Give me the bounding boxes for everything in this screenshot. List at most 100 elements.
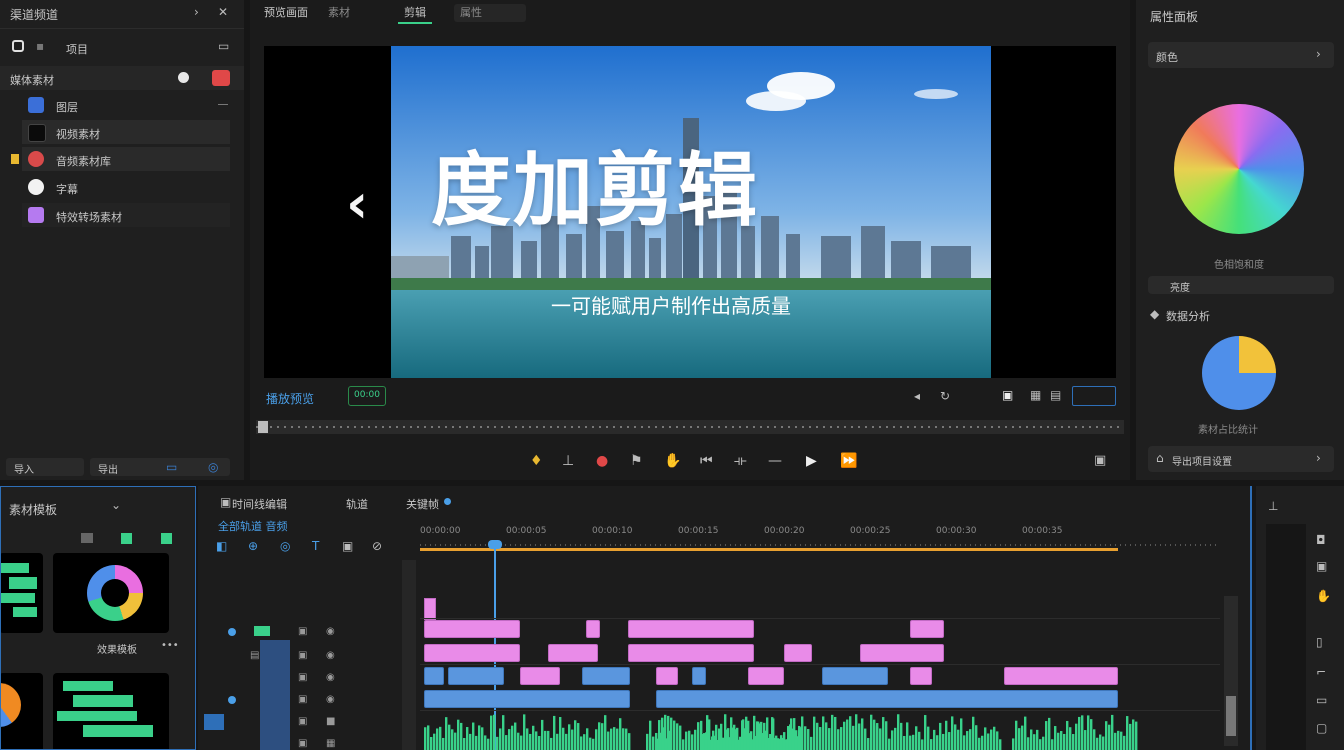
audio-waveform[interactable]: [424, 712, 1138, 750]
header-scrollbar[interactable]: [402, 560, 416, 750]
audio-clip[interactable]: [656, 690, 1118, 708]
loop-icon[interactable]: ↻: [940, 390, 950, 402]
solo-icon[interactable]: ▦: [326, 738, 335, 749]
tab-preview[interactable]: 预览画面: [258, 4, 314, 22]
flag-icon[interactable]: ⚑: [630, 454, 643, 468]
color-dropdown[interactable]: 颜色 ›: [1148, 42, 1334, 68]
delete-button[interactable]: [212, 70, 230, 86]
frame-icon[interactable]: ▢: [1316, 722, 1327, 734]
video-clip[interactable]: [586, 620, 600, 638]
tab-properties[interactable]: 属性: [454, 4, 526, 22]
video-clip[interactable]: [424, 620, 520, 638]
color-wheel[interactable]: [1174, 104, 1304, 234]
hand-icon[interactable]: ✋: [1316, 590, 1331, 602]
snapshot-icon[interactable]: ▣: [1002, 389, 1013, 401]
lock-icon[interactable]: ▣: [298, 716, 307, 727]
text-icon[interactable]: T: [312, 540, 319, 552]
chat-icon[interactable]: ◘: [1316, 534, 1326, 546]
tag-icon[interactable]: [161, 533, 172, 544]
chevron-right-icon[interactable]: ›: [194, 6, 199, 18]
scrub-bar[interactable]: [256, 420, 1124, 434]
playhead-handle[interactable]: [488, 540, 502, 549]
window-icon[interactable]: ▭: [218, 40, 229, 52]
disable-icon[interactable]: ⊘: [372, 540, 382, 552]
camera-icon[interactable]: ▣: [1316, 560, 1327, 572]
refresh-icon[interactable]: ◎: [208, 461, 218, 473]
volume-icon[interactable]: ◂: [914, 390, 920, 402]
hand-icon[interactable]: ✋: [664, 454, 681, 468]
media-clip[interactable]: [822, 667, 888, 685]
project-icon[interactable]: [12, 40, 24, 52]
video-clip[interactable]: [628, 644, 754, 662]
media-clip[interactable]: [1004, 667, 1118, 685]
media-item[interactable]: 视频素材: [22, 120, 230, 144]
more-icon[interactable]: •••: [161, 641, 179, 651]
visibility-dot-icon[interactable]: [228, 628, 236, 636]
video-clip[interactable]: [424, 644, 520, 662]
list-icon[interactable]: [81, 533, 93, 543]
tab-media[interactable]: 素材: [322, 4, 356, 22]
record-icon[interactable]: [178, 72, 189, 83]
tab-edit[interactable]: 剪辑: [398, 4, 432, 24]
eye-icon[interactable]: ◉: [326, 672, 335, 683]
link-icon[interactable]: ▭: [166, 461, 177, 473]
trim-icon[interactable]: ⟛: [734, 454, 747, 468]
media-clip[interactable]: [748, 667, 784, 685]
lock-icon[interactable]: ▣: [298, 694, 307, 705]
folder-icon[interactable]: ▪: [36, 40, 44, 52]
video-clip[interactable]: [628, 620, 754, 638]
layout-icon[interactable]: ▭: [1316, 694, 1327, 706]
media-item[interactable]: 字幕: [0, 175, 244, 199]
chevron-down-icon[interactable]: ⌄: [111, 499, 121, 511]
previous-icon[interactable]: ‹: [346, 172, 368, 235]
vertical-scrollbar[interactable]: [1224, 596, 1238, 746]
template-thumb[interactable]: [53, 673, 169, 749]
media-clip[interactable]: [520, 667, 560, 685]
lock-icon[interactable]: ▣: [298, 672, 307, 683]
audio-clip[interactable]: [424, 690, 630, 708]
template-thumb[interactable]: [1, 673, 43, 749]
grid-icon[interactable]: [121, 533, 132, 544]
grid-icon[interactable]: ▦: [1030, 389, 1041, 401]
time-ruler[interactable]: 00:00:00 00:00:05 00:00:10 00:00:15 00:00:20…: [420, 526, 1220, 542]
bracket-icon[interactable]: ▯: [1316, 636, 1323, 648]
image-icon[interactable]: ▣: [342, 540, 353, 552]
mute-icon[interactable]: ■: [326, 716, 335, 727]
work-area-bar[interactable]: [420, 548, 1118, 551]
scroll-thumb[interactable]: [1226, 696, 1236, 736]
scrub-handle[interactable]: [258, 421, 268, 433]
eye-icon[interactable]: ◉: [326, 694, 335, 705]
pin-icon[interactable]: ⊥: [1268, 500, 1278, 512]
split-icon[interactable]: ⊥: [562, 454, 574, 468]
video-viewer[interactable]: ‹ 度加剪辑 一可能赋用户制作出高质量: [264, 46, 1116, 378]
video-clip[interactable]: [910, 620, 944, 638]
tab-keyframes[interactable]: 关键帧: [406, 496, 439, 512]
media-clip[interactable]: [656, 667, 678, 685]
template-thumb[interactable]: [1, 553, 43, 633]
visibility-dot-icon[interactable]: [228, 696, 236, 704]
video-clip[interactable]: [548, 644, 598, 662]
template-thumb[interactable]: [53, 553, 169, 633]
lock-icon[interactable]: ▣: [298, 626, 307, 637]
media-item[interactable]: 特效转场素材: [0, 203, 244, 227]
fullscreen-button[interactable]: [1072, 386, 1116, 406]
media-clip[interactable]: [910, 667, 932, 685]
close-icon[interactable]: ✕: [218, 6, 228, 18]
video-clip[interactable]: [784, 644, 812, 662]
crop-icon[interactable]: ⌐: [1316, 666, 1326, 678]
settings-icon[interactable]: ▣: [1094, 454, 1106, 467]
media-clip[interactable]: [582, 667, 630, 685]
media-clip[interactable]: [692, 667, 706, 685]
media-clip[interactable]: [424, 667, 444, 685]
minus-icon[interactable]: [218, 104, 228, 105]
export-settings-button[interactable]: ⌂ 导出项目设置 ›: [1148, 446, 1334, 472]
record-icon[interactable]: ●: [596, 454, 608, 468]
media-item[interactable]: 图层: [0, 93, 244, 117]
select-icon[interactable]: ◧: [216, 540, 227, 552]
lock-icon[interactable]: ▣: [298, 650, 307, 661]
target-track-button[interactable]: [204, 714, 224, 730]
speed-icon[interactable]: ◎: [280, 540, 290, 552]
media-item[interactable]: 音频素材库: [0, 147, 244, 171]
clip[interactable]: [424, 598, 436, 620]
eye-icon[interactable]: ◉: [326, 650, 335, 661]
